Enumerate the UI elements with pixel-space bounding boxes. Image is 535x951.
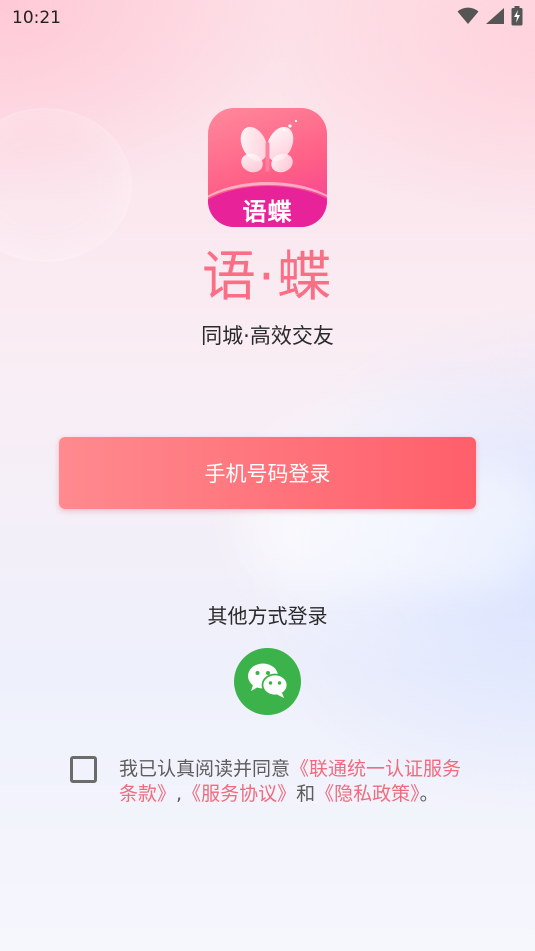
other-login-label: 其他方式登录	[207, 604, 328, 628]
service-agreement-link[interactable]: 《服务协议》	[182, 783, 296, 805]
agreement-prefix: 我已认真阅读并同意	[119, 758, 291, 780]
agreement-checkbox[interactable]	[70, 756, 97, 783]
privacy-policy-link[interactable]: 《隐私政策》	[315, 783, 420, 805]
app-logo: 语蝶	[208, 108, 327, 227]
app-slogan: 同城·高效交友	[201, 324, 334, 348]
agreement-suffix: 。	[419, 783, 439, 805]
status-bar: 10:21	[0, 0, 535, 36]
signal-icon	[485, 7, 505, 29]
wechat-icon	[246, 661, 290, 703]
status-time: 10:21	[12, 8, 61, 28]
logo-text: 语蝶	[242, 198, 293, 226]
wechat-login-button[interactable]	[234, 648, 301, 715]
phone-login-button[interactable]: 手机号码登录	[59, 437, 476, 509]
status-icons	[457, 6, 523, 30]
app-title: 语·蝶	[201, 245, 334, 308]
agreement-text: 我已认真阅读并同意《联通统一认证服务条款》,《服务协议》和《隐私政策》。	[119, 757, 474, 807]
battery-icon	[511, 6, 523, 30]
wifi-icon	[457, 7, 479, 29]
agreement-conjunction: 和	[296, 783, 316, 805]
